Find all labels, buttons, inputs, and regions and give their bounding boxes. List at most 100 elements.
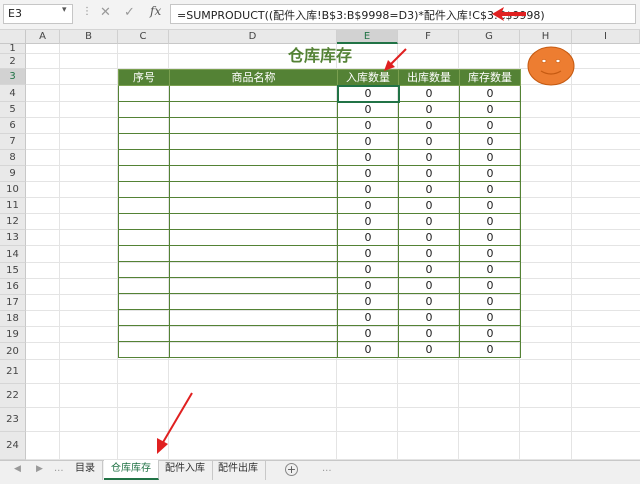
table-cell[interactable]: 0 bbox=[459, 133, 521, 150]
table-cell[interactable] bbox=[118, 133, 170, 150]
table-cell[interactable]: 0 bbox=[398, 229, 460, 246]
table-cell[interactable]: 0 bbox=[398, 149, 460, 166]
table-cell[interactable] bbox=[118, 197, 170, 214]
row-header-6[interactable]: 6 bbox=[0, 118, 26, 134]
column-header-h[interactable]: H bbox=[520, 30, 572, 44]
table-cell[interactable]: 0 bbox=[398, 85, 460, 102]
table-cell[interactable]: 0 bbox=[337, 101, 399, 118]
cancel-icon[interactable]: ✕ bbox=[100, 5, 112, 20]
table-cell[interactable] bbox=[169, 85, 338, 102]
row-header-7[interactable]: 7 bbox=[0, 134, 26, 150]
more-sheets-right[interactable]: ... bbox=[322, 463, 332, 474]
row-header-16[interactable]: 16 bbox=[0, 279, 26, 295]
table-cell[interactable]: 0 bbox=[398, 293, 460, 310]
table-cell[interactable] bbox=[169, 149, 338, 166]
table-cell[interactable] bbox=[118, 277, 170, 294]
table-cell[interactable] bbox=[118, 229, 170, 246]
table-cell[interactable]: 0 bbox=[398, 133, 460, 150]
row-header-24[interactable]: 24 bbox=[0, 432, 26, 460]
table-cell[interactable]: 0 bbox=[337, 197, 399, 214]
row-header-5[interactable]: 5 bbox=[0, 102, 26, 118]
table-cell[interactable]: 0 bbox=[459, 213, 521, 230]
row-header-14[interactable]: 14 bbox=[0, 246, 26, 263]
table-cell[interactable]: 0 bbox=[459, 309, 521, 326]
table-cell[interactable]: 0 bbox=[337, 245, 399, 262]
table-cell[interactable]: 0 bbox=[459, 197, 521, 214]
table-cell[interactable] bbox=[118, 341, 170, 358]
table-cell[interactable] bbox=[118, 293, 170, 310]
table-cell[interactable] bbox=[169, 197, 338, 214]
prev-sheet-icon[interactable]: ◀ bbox=[14, 464, 21, 474]
table-cell[interactable]: 0 bbox=[459, 293, 521, 310]
table-cell[interactable] bbox=[169, 293, 338, 310]
table-cell[interactable]: 0 bbox=[337, 181, 399, 198]
table-cell[interactable]: 0 bbox=[398, 117, 460, 134]
table-cell[interactable]: 0 bbox=[398, 213, 460, 230]
table-header-cell[interactable]: 商品名称 bbox=[169, 69, 338, 86]
column-header-b[interactable]: B bbox=[60, 30, 118, 44]
table-cell[interactable] bbox=[118, 309, 170, 326]
table-cell[interactable] bbox=[118, 85, 170, 102]
table-cell[interactable] bbox=[169, 245, 338, 262]
row-header-9[interactable]: 9 bbox=[0, 166, 26, 182]
table-cell[interactable]: 0 bbox=[459, 149, 521, 166]
table-cell[interactable]: 0 bbox=[337, 309, 399, 326]
table-cell[interactable] bbox=[169, 277, 338, 294]
table-cell[interactable] bbox=[169, 133, 338, 150]
table-cell[interactable]: 0 bbox=[459, 165, 521, 182]
table-cell[interactable]: 0 bbox=[398, 277, 460, 294]
table-cell[interactable]: 0 bbox=[337, 229, 399, 246]
row-header-19[interactable]: 19 bbox=[0, 327, 26, 343]
add-sheet-button[interactable]: + bbox=[285, 463, 298, 476]
table-cell[interactable]: 0 bbox=[398, 197, 460, 214]
table-cell[interactable]: 0 bbox=[337, 133, 399, 150]
table-cell[interactable] bbox=[118, 245, 170, 262]
table-cell[interactable] bbox=[118, 325, 170, 342]
table-cell[interactable]: 0 bbox=[459, 245, 521, 262]
smiley-face-shape[interactable] bbox=[527, 46, 575, 86]
table-cell[interactable]: 0 bbox=[459, 181, 521, 198]
column-header-e[interactable]: E bbox=[337, 30, 398, 44]
table-header-cell[interactable]: 库存数量 bbox=[459, 69, 521, 86]
row-header-8[interactable]: 8 bbox=[0, 150, 26, 166]
row-header-23[interactable]: 23 bbox=[0, 408, 26, 432]
column-header-d[interactable]: D bbox=[169, 30, 337, 44]
table-cell[interactable] bbox=[169, 165, 338, 182]
table-cell[interactable] bbox=[169, 309, 338, 326]
table-cell[interactable]: 0 bbox=[398, 309, 460, 326]
table-cell[interactable] bbox=[118, 101, 170, 118]
table-cell[interactable]: 0 bbox=[398, 245, 460, 262]
table-cell[interactable]: 0 bbox=[459, 117, 521, 134]
table-cell[interactable]: 0 bbox=[398, 341, 460, 358]
table-header-cell[interactable]: 出库数量 bbox=[398, 69, 460, 86]
table-cell[interactable]: 0 bbox=[337, 277, 399, 294]
drag-handle-icon[interactable]: ⋮ bbox=[82, 6, 92, 17]
table-cell[interactable]: 0 bbox=[459, 341, 521, 358]
row-header-11[interactable]: 11 bbox=[0, 198, 26, 214]
table-header-cell[interactable]: 序号 bbox=[118, 69, 170, 86]
sheet-title[interactable]: 仓库库存 bbox=[280, 45, 360, 67]
table-cell[interactable]: 0 bbox=[459, 101, 521, 118]
table-cell[interactable]: 0 bbox=[337, 117, 399, 134]
table-cell[interactable] bbox=[169, 341, 338, 358]
table-cell[interactable] bbox=[169, 229, 338, 246]
row-header-10[interactable]: 10 bbox=[0, 182, 26, 198]
table-cell[interactable] bbox=[118, 261, 170, 278]
table-cell[interactable] bbox=[118, 149, 170, 166]
row-header-13[interactable]: 13 bbox=[0, 230, 26, 246]
table-cell[interactable]: 0 bbox=[459, 325, 521, 342]
tab-parts-out[interactable]: 配件出库 bbox=[211, 460, 266, 480]
table-cell[interactable] bbox=[169, 261, 338, 278]
row-header-4[interactable]: 4 bbox=[0, 85, 26, 102]
table-cell[interactable]: 0 bbox=[459, 277, 521, 294]
column-header-c[interactable]: C bbox=[118, 30, 169, 44]
table-cell[interactable]: 0 bbox=[459, 261, 521, 278]
table-cell[interactable] bbox=[118, 117, 170, 134]
table-cell[interactable] bbox=[169, 101, 338, 118]
column-header-a[interactable]: A bbox=[26, 30, 60, 44]
more-sheets-left[interactable]: ... bbox=[54, 463, 64, 474]
row-header-21[interactable]: 21 bbox=[0, 360, 26, 384]
row-header-12[interactable]: 12 bbox=[0, 214, 26, 230]
table-cell[interactable]: 0 bbox=[459, 85, 521, 102]
table-cell[interactable]: 0 bbox=[336, 84, 400, 103]
